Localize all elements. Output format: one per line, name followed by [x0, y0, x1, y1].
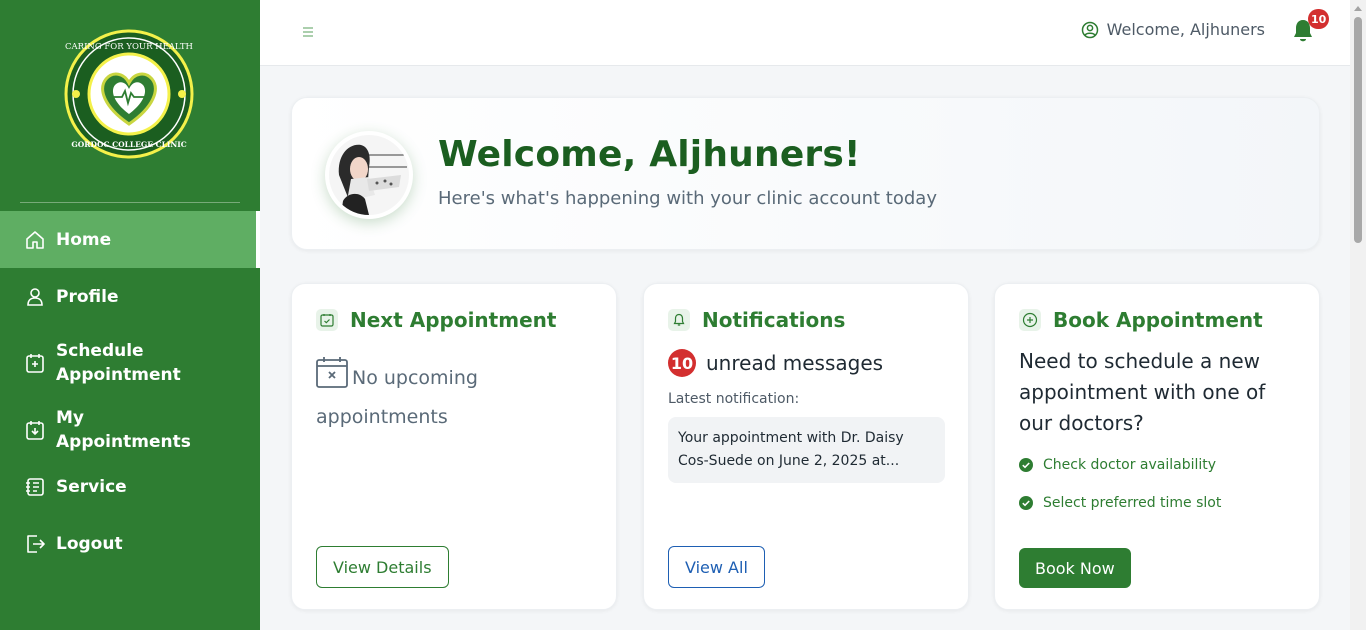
sidebar-item-home[interactable]: Home	[0, 211, 260, 268]
avatar	[325, 131, 413, 219]
clinic-logo: CARING FOR YOUR HEALTH GORDOC COLLEGE CL…	[64, 29, 194, 159]
feature-check-label: Select preferred time slot	[1043, 495, 1222, 511]
unread-summary: 10 unread messages	[668, 349, 883, 377]
calendar-x-icon	[316, 356, 348, 400]
menu-toggle-icon[interactable]	[301, 23, 317, 41]
scroll-up-arrow-icon[interactable]	[1354, 6, 1362, 11]
home-icon	[25, 230, 45, 250]
sidebar-item-label: Logout	[56, 533, 123, 554]
page-title: Welcome, Aljhuners!	[438, 134, 861, 175]
feature-check-item: Select preferred time slot	[1019, 495, 1221, 511]
latest-notification-preview[interactable]: Your appointment with Dr. Daisy Cos-Sued…	[668, 417, 945, 483]
calendar-check-icon	[316, 309, 338, 331]
sidebar-item-label: Profile	[56, 286, 119, 307]
sidebar-item-label: Service	[56, 476, 127, 497]
calendar-plus-icon	[25, 353, 45, 373]
svg-text:GORDOC COLLEGE CLINIC: GORDOC COLLEGE CLINIC	[71, 140, 186, 149]
notebook-icon	[25, 477, 45, 497]
welcome-banner: Welcome, Aljhuners! Here's what's happen…	[291, 97, 1320, 250]
notification-count-badge: 10	[1308, 9, 1330, 29]
sidebar-item-label: Schedule Appointment	[56, 341, 181, 385]
sidebar-item-schedule-appointment[interactable]: Schedule Appointment	[0, 325, 260, 401]
sidebar-item-my-appointments[interactable]: My Appointments	[0, 401, 260, 458]
scrollbar-thumb[interactable]	[1354, 17, 1362, 243]
view-all-button[interactable]: View All	[668, 546, 765, 588]
latest-notification-label: Latest notification:	[668, 391, 800, 407]
feature-check-item: Check doctor availability	[1019, 457, 1216, 473]
logout-icon	[25, 534, 45, 554]
notifications-card: Notifications 10 unread messages Latest …	[643, 283, 969, 610]
card-header: Next Appointment	[316, 308, 556, 332]
user-welcome-text: Welcome, Aljhuners	[1106, 20, 1265, 39]
calendar-download-icon	[25, 420, 45, 440]
page-scrollbar[interactable]	[1350, 0, 1366, 630]
sidebar: CARING FOR YOUR HEALTH GORDOC COLLEGE CL…	[0, 0, 260, 630]
user-circle-icon	[1081, 21, 1099, 39]
book-now-button[interactable]: Book Now	[1019, 548, 1131, 588]
book-description: Need to schedule a new appointment with …	[1019, 349, 1266, 435]
view-details-button[interactable]: View Details	[316, 546, 449, 588]
check-circle-icon	[1019, 458, 1033, 472]
card-title: Next Appointment	[350, 308, 557, 332]
next-appointment-card: Next Appointment No upcoming appointment…	[291, 283, 617, 610]
sidebar-divider	[20, 202, 240, 203]
feature-check-label: Check doctor availability	[1043, 457, 1217, 473]
card-title: Book Appointment	[1053, 308, 1263, 332]
card-header: Notifications	[668, 308, 845, 332]
empty-appointments-message: No upcoming appointments	[316, 356, 556, 435]
sidebar-item-label: Home	[56, 229, 112, 250]
user-icon	[25, 287, 45, 307]
sidebar-item-label: My Appointments	[56, 407, 191, 452]
bell-outline-icon	[668, 309, 690, 331]
unread-count-badge: 10	[668, 349, 696, 377]
unread-label: unread messages	[706, 351, 884, 375]
sidebar-nav: Home Profile Schedule Appointment My App…	[0, 211, 260, 572]
check-circle-icon	[1019, 496, 1033, 510]
page-subtitle: Here's what's happening with your clinic…	[438, 188, 937, 209]
svg-text:CARING FOR YOUR HEALTH: CARING FOR YOUR HEALTH	[65, 42, 193, 52]
top-bar: Welcome, Aljhuners 10	[260, 0, 1350, 66]
plus-circle-icon	[1019, 309, 1041, 331]
sidebar-item-profile[interactable]: Profile	[0, 268, 260, 325]
sidebar-item-logout[interactable]: Logout	[0, 515, 260, 572]
book-appointment-card: Book Appointment Need to schedule a new …	[994, 283, 1320, 610]
user-menu[interactable]: Welcome, Aljhuners	[1081, 20, 1265, 39]
sidebar-item-service[interactable]: Service	[0, 458, 260, 515]
card-title: Notifications	[702, 308, 846, 332]
card-header: Book Appointment	[1019, 308, 1263, 332]
